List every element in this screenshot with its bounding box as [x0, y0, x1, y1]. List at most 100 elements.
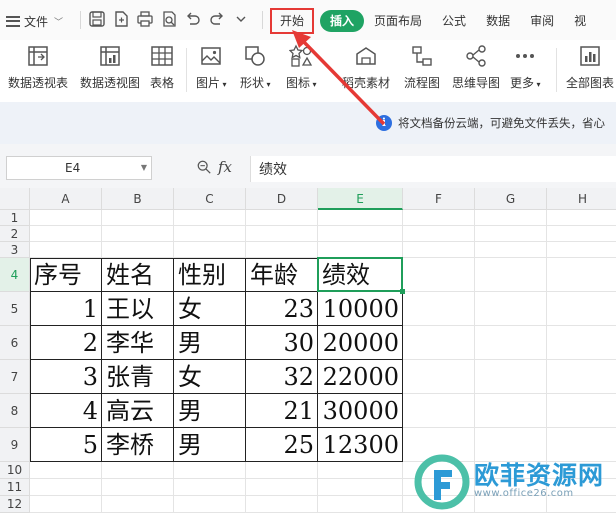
table-cell[interactable]: 30 [246, 326, 318, 360]
tab-view[interactable]: 视 [564, 10, 596, 32]
divider [186, 48, 187, 92]
table-cell[interactable]: 12300 [318, 428, 403, 462]
column-header-a[interactable]: A [30, 188, 102, 210]
column-header-e[interactable]: E [318, 188, 403, 210]
flowchart-button[interactable]: 流程图 [404, 44, 440, 91]
formula-input[interactable]: 绩效 [250, 156, 616, 182]
row-header-11[interactable]: 11 [0, 479, 30, 496]
print-icon[interactable] [136, 10, 154, 28]
table-icon [151, 46, 173, 66]
column-header-b[interactable]: B [102, 188, 174, 210]
column-header-f[interactable]: F [403, 188, 475, 210]
shape-icon [245, 46, 266, 66]
row-header-6[interactable]: 6 [0, 326, 30, 360]
row-header-2[interactable]: 2 [0, 226, 30, 242]
row-header-12[interactable]: 12 [0, 496, 30, 513]
customize-toolbar-icon[interactable] [232, 10, 250, 28]
table-cell[interactable]: 高云 [102, 394, 174, 428]
table-header-cell[interactable]: 姓名 [102, 258, 174, 292]
hamburger-icon [6, 15, 20, 27]
pivot-chart-icon [100, 46, 120, 66]
picture-label: 图片 ▾ [196, 76, 227, 90]
undo-icon[interactable] [184, 10, 202, 28]
table-cell[interactable]: 李桥 [102, 428, 174, 462]
docer-material-icon [356, 47, 376, 65]
tab-insert[interactable]: 插入 [320, 10, 365, 32]
more-button[interactable]: 更多 ▾ [510, 44, 541, 91]
notice-message[interactable]: i 将文档备份云端，可避免文件丢失，省心 [376, 115, 605, 131]
table-cell[interactable]: 男 [174, 428, 246, 462]
table-cell[interactable]: 22000 [318, 360, 403, 394]
table-cell[interactable]: 23 [246, 292, 318, 326]
table-cell[interactable]: 32 [246, 360, 318, 394]
table-cell[interactable]: 30000 [318, 394, 403, 428]
column-header-d[interactable]: D [246, 188, 318, 210]
all-charts-button[interactable]: 全部图表 [566, 44, 614, 91]
row-header-4[interactable]: 4 [0, 258, 30, 292]
table-cell[interactable]: 21 [246, 394, 318, 428]
table-cell[interactable]: 1 [30, 292, 102, 326]
redo-icon[interactable] [208, 10, 226, 28]
tab-home[interactable]: 开始 [270, 8, 315, 34]
tab-data[interactable]: 数据 [476, 10, 520, 32]
column-header-c[interactable]: C [174, 188, 246, 210]
table-button[interactable]: 表格 [150, 44, 174, 91]
export-pdf-icon[interactable] [112, 10, 130, 28]
table-header-cell[interactable]: 序号 [30, 258, 102, 292]
more-icon [516, 54, 535, 58]
table-header-cell[interactable]: 年龄 [246, 258, 318, 292]
shape-label: 形状 ▾ [240, 76, 271, 90]
row-header-9[interactable]: 9 [0, 428, 30, 462]
table-cell[interactable]: 张青 [102, 360, 174, 394]
column-header-g[interactable]: G [475, 188, 547, 210]
table-cell[interactable]: 女 [174, 360, 246, 394]
table-border [30, 325, 403, 326]
table-border [30, 461, 403, 462]
file-menu[interactable]: 文件 ﹀ [6, 10, 63, 32]
shape-button[interactable]: 形状 ▾ [240, 44, 271, 91]
table-cell[interactable]: 25 [246, 428, 318, 462]
table-cell[interactable]: 4 [30, 394, 102, 428]
table-header-cell[interactable]: 性别 [174, 258, 246, 292]
pivot-chart-button[interactable]: 数据透视图 [80, 44, 140, 91]
tab-review[interactable]: 审阅 [520, 10, 564, 32]
tab-page-layout[interactable]: 页面布局 [364, 10, 432, 32]
row-header-1[interactable]: 1 [0, 210, 30, 226]
table-cell[interactable]: 男 [174, 326, 246, 360]
divider [80, 11, 81, 29]
print-preview-icon[interactable] [160, 10, 178, 28]
row-header-5[interactable]: 5 [0, 292, 30, 326]
table-cell[interactable]: 女 [174, 292, 246, 326]
row-header-8[interactable]: 8 [0, 394, 30, 428]
table-cell[interactable]: 10000 [318, 292, 403, 326]
mindmap-button[interactable]: 思维导图 [452, 44, 500, 91]
pivot-table-button[interactable]: 数据透视表 [8, 44, 68, 91]
formula-content: 绩效 [259, 162, 287, 178]
table-cell[interactable]: 男 [174, 394, 246, 428]
row-header-3[interactable]: 3 [0, 242, 30, 258]
picture-button[interactable]: 图片 ▾ [196, 44, 227, 91]
select-all-corner[interactable] [0, 188, 30, 210]
table-cell[interactable]: 王以 [102, 292, 174, 326]
all-charts-label: 全部图表 [566, 76, 615, 90]
file-menu-label: 文件 [24, 14, 49, 29]
icons-library-button[interactable]: 图标 ▾ [286, 44, 317, 91]
zoom-search-icon[interactable] [196, 159, 212, 175]
fill-handle[interactable] [400, 289, 405, 294]
table-cell[interactable]: 李华 [102, 326, 174, 360]
column-header-h[interactable]: H [547, 188, 616, 210]
table-cell[interactable]: 3 [30, 360, 102, 394]
row-header-7[interactable]: 7 [0, 360, 30, 394]
table-cell[interactable]: 20000 [318, 326, 403, 360]
chevron-down-icon: ▼ [140, 163, 147, 172]
table-cell[interactable]: 5 [30, 428, 102, 462]
table-border [30, 427, 403, 428]
tab-formulas[interactable]: 公式 [432, 10, 476, 32]
table-cell[interactable]: 2 [30, 326, 102, 360]
name-box[interactable]: E4 ▼ [6, 156, 152, 180]
docer-material-button[interactable]: 稻壳素材 [342, 44, 390, 91]
insert-function-icon[interactable]: fx [218, 158, 232, 176]
save-icon[interactable] [88, 10, 106, 28]
row-header-10[interactable]: 10 [0, 462, 30, 479]
table-border [30, 393, 403, 394]
